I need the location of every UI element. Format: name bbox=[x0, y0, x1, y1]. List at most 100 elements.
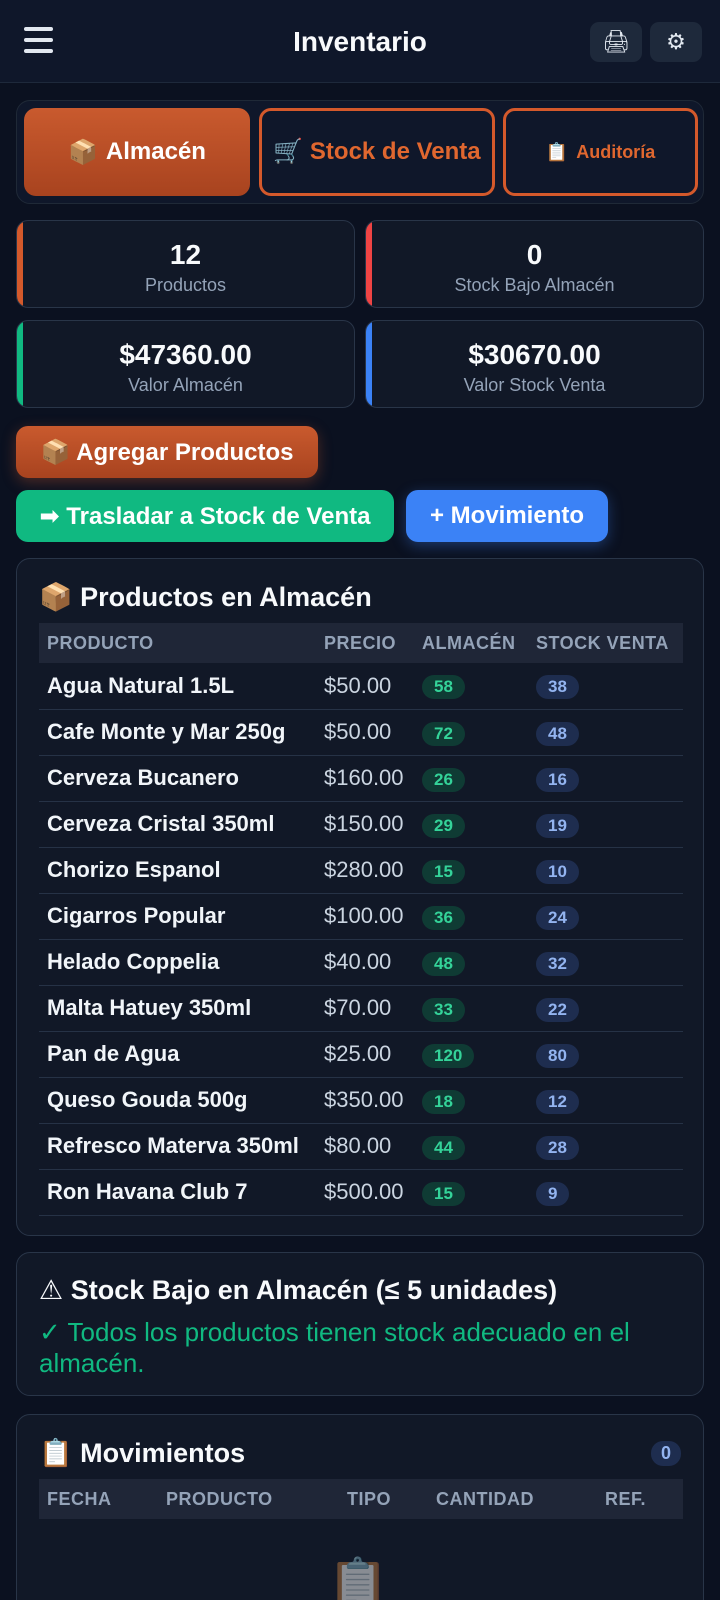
warehouse-cell: 36 bbox=[414, 893, 528, 940]
printer-icon: 🖨 bbox=[602, 29, 630, 54]
tab-almacen[interactable]: 📦 Almacén bbox=[24, 108, 250, 196]
product-price: $50.00 bbox=[316, 663, 414, 710]
sale-qty-badge: 12 bbox=[536, 1089, 579, 1114]
sale-qty-badge: 19 bbox=[536, 813, 579, 838]
inventory-title: 📦 Productos en Almacén bbox=[39, 582, 372, 612]
table-row[interactable]: Queso Gouda 500g $350.00 18 12 bbox=[39, 1077, 683, 1124]
movements-table: FECHA PRODUCTO TIPO CANTIDAD REF. bbox=[39, 1479, 683, 1519]
warehouse-cell: 26 bbox=[414, 755, 528, 802]
table-row[interactable]: Cerveza Bucanero $160.00 26 16 bbox=[39, 755, 683, 802]
settings-button[interactable]: ⚙ bbox=[650, 22, 702, 62]
product-price: $160.00 bbox=[316, 755, 414, 802]
table-row[interactable]: Cerveza Cristal 350ml $150.00 29 19 bbox=[39, 801, 683, 848]
transfer-stock-button[interactable]: ➡ Trasladar a Stock de Venta bbox=[16, 490, 394, 542]
stat-value: $47360.00 bbox=[119, 339, 252, 370]
product-name: Cerveza Cristal 350ml bbox=[39, 801, 316, 848]
low-stock-card: ⚠ Stock Bajo en Almacén (≤ 5 unidades) ✓… bbox=[16, 1252, 704, 1396]
sale-cell: 80 bbox=[528, 1031, 683, 1078]
table-header-row: FECHA PRODUCTO TIPO CANTIDAD REF. bbox=[39, 1479, 683, 1519]
col-ref: REF. bbox=[597, 1479, 683, 1519]
warehouse-qty-badge: 48 bbox=[422, 951, 465, 976]
product-price: $280.00 bbox=[316, 847, 414, 894]
table-row[interactable]: Cafe Monte y Mar 250g $50.00 72 48 bbox=[39, 709, 683, 756]
warehouse-qty-badge: 15 bbox=[422, 1181, 465, 1206]
product-price: $25.00 bbox=[316, 1031, 414, 1078]
cart-icon: 🛒 bbox=[273, 138, 304, 165]
section-tabs: 📦 Almacén 🛒 Stock de Venta 📋 Auditoría bbox=[16, 100, 704, 204]
product-name: Cigarros Popular bbox=[39, 893, 316, 940]
sale-qty-badge: 38 bbox=[536, 675, 579, 700]
table-row[interactable]: Helado Coppelia $40.00 48 32 bbox=[39, 939, 683, 986]
stat-valor-almacen: $47360.00 Valor Almacén bbox=[16, 320, 355, 408]
movements-count-badge: 0 bbox=[650, 1441, 681, 1466]
product-price: $40.00 bbox=[316, 939, 414, 986]
warehouse-qty-badge: 26 bbox=[422, 767, 465, 792]
tab-auditoria[interactable]: 📋 Auditoría bbox=[503, 108, 698, 196]
sale-qty-badge: 22 bbox=[536, 997, 579, 1022]
warehouse-qty-badge: 36 bbox=[422, 905, 465, 930]
sale-cell: 12 bbox=[528, 1077, 683, 1124]
table-row[interactable]: Ron Havana Club 7 $500.00 15 9 bbox=[39, 1169, 683, 1216]
empty-clipboard-icon: 📋 bbox=[327, 1556, 390, 1600]
stat-label: Valor Stock Venta bbox=[463, 375, 606, 395]
product-name: Pan de Agua bbox=[39, 1031, 316, 1078]
stat-productos: 12 Productos bbox=[16, 220, 355, 308]
stat-value: $30670.00 bbox=[468, 339, 601, 370]
stat-value: 0 bbox=[526, 239, 543, 270]
col-producto: PRODUCTO bbox=[158, 1479, 339, 1519]
warehouse-cell: 15 bbox=[414, 1169, 528, 1216]
product-name: Chorizo Espanol bbox=[39, 847, 316, 894]
sale-qty-badge: 80 bbox=[536, 1043, 579, 1068]
print-button[interactable]: 🖨 bbox=[590, 22, 642, 62]
warehouse-cell: 58 bbox=[414, 663, 528, 710]
product-name: Queso Gouda 500g bbox=[39, 1077, 316, 1124]
table-row[interactable]: Agua Natural 1.5L $50.00 58 38 bbox=[39, 663, 683, 710]
product-price: $50.00 bbox=[316, 709, 414, 756]
tab-label-block: 🛒 Stock de Venta bbox=[273, 138, 480, 166]
warehouse-cell: 29 bbox=[414, 801, 528, 848]
tab-label: Auditoría bbox=[576, 141, 656, 162]
col-almacen: ALMACÉN bbox=[414, 623, 528, 663]
tab-stock-venta[interactable]: 🛒 Stock de Venta bbox=[259, 108, 495, 196]
product-price: $70.00 bbox=[316, 985, 414, 1032]
low-stock-title: ⚠ Stock Bajo en Almacén (≤ 5 unidades) bbox=[39, 1275, 558, 1305]
add-movement-button[interactable]: + Movimiento bbox=[406, 490, 608, 542]
warehouse-qty-badge: 72 bbox=[422, 721, 465, 746]
table-row[interactable]: Malta Hatuey 350ml $70.00 33 22 bbox=[39, 985, 683, 1032]
stat-value: 12 bbox=[169, 239, 202, 270]
tab-label: Stock de Venta bbox=[309, 138, 481, 165]
sale-cell: 48 bbox=[528, 709, 683, 756]
table-row[interactable]: Refresco Materva 350ml $80.00 44 28 bbox=[39, 1123, 683, 1170]
sale-cell: 38 bbox=[528, 663, 683, 710]
stat-label: Valor Almacén bbox=[128, 375, 243, 395]
sale-cell: 16 bbox=[528, 755, 683, 802]
tab-label: Almacén bbox=[105, 138, 206, 165]
product-name: Cafe Monte y Mar 250g bbox=[39, 709, 316, 756]
table-header-row: PRODUCTO PRECIO ALMACÉN STOCK VENTA bbox=[39, 623, 683, 663]
app-header: Inventario 🖨 ⚙ bbox=[0, 0, 720, 83]
low-stock-message: ✓ Todos los productos tienen stock adecu… bbox=[39, 1317, 630, 1378]
clipboard-icon: 📋 bbox=[545, 141, 569, 162]
col-stock-venta: STOCK VENTA bbox=[528, 623, 683, 663]
table-row[interactable]: Pan de Agua $25.00 120 80 bbox=[39, 1031, 683, 1078]
warehouse-qty-badge: 33 bbox=[422, 997, 465, 1022]
product-name: Ron Havana Club 7 bbox=[39, 1169, 316, 1216]
stat-label: Productos bbox=[144, 275, 227, 295]
sale-cell: 28 bbox=[528, 1123, 683, 1170]
inventory-table: PRODUCTO PRECIO ALMACÉN STOCK VENTA Agua… bbox=[39, 623, 683, 1216]
add-products-button[interactable]: 📦 Agregar Productos bbox=[16, 426, 318, 478]
col-fecha: FECHA bbox=[39, 1479, 158, 1519]
movements-card: 📋 Movimientos 0 FECHA PRODUCTO TIPO CANT… bbox=[16, 1414, 704, 1600]
warehouse-qty-badge: 15 bbox=[422, 859, 465, 884]
warehouse-cell: 15 bbox=[414, 847, 528, 894]
table-row[interactable]: Chorizo Espanol $280.00 15 10 bbox=[39, 847, 683, 894]
col-producto: PRODUCTO bbox=[39, 623, 316, 663]
sale-qty-badge: 48 bbox=[536, 721, 579, 746]
table-row[interactable]: Cigarros Popular $100.00 36 24 bbox=[39, 893, 683, 940]
warehouse-qty-badge: 44 bbox=[422, 1135, 465, 1160]
product-price: $500.00 bbox=[316, 1169, 414, 1216]
sale-qty-badge: 9 bbox=[536, 1181, 570, 1206]
sale-qty-badge: 32 bbox=[536, 951, 579, 976]
col-precio: PRECIO bbox=[316, 623, 414, 663]
product-price: $350.00 bbox=[316, 1077, 414, 1124]
